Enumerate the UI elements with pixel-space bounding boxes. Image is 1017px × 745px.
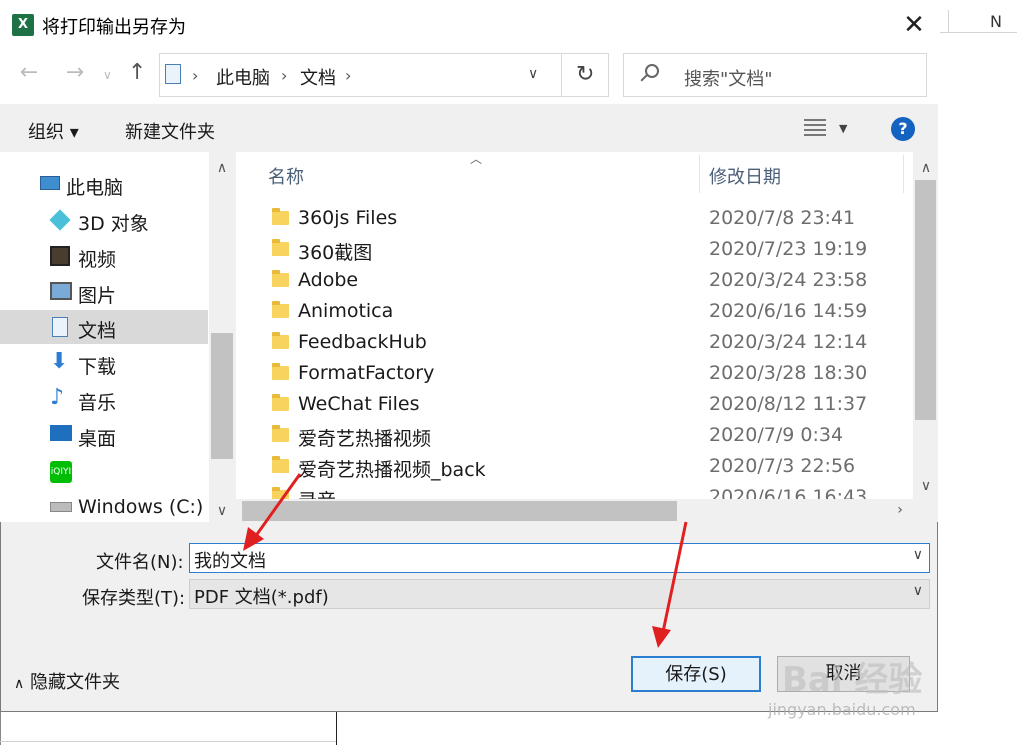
annotation-layer [243,473,688,648]
annotation-arrow-save [652,521,688,648]
annotation-arrow-filename [243,473,302,551]
